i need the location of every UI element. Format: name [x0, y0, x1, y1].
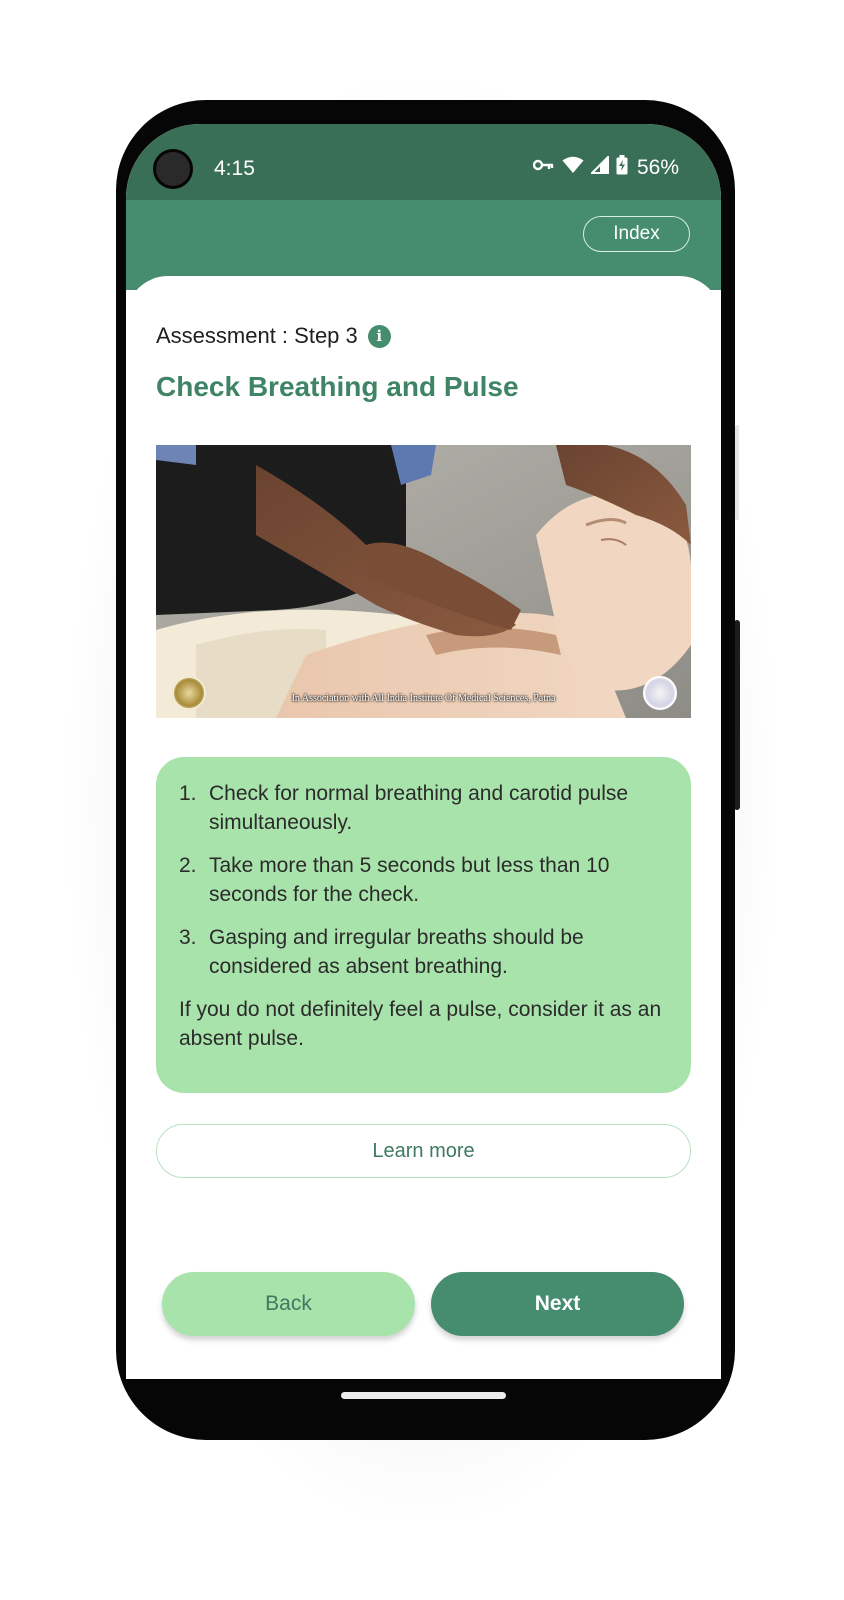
partner-logo	[643, 676, 677, 710]
status-bar: 4:15 56%	[126, 124, 721, 200]
info-icon[interactable]: i	[367, 324, 391, 348]
front-camera	[153, 149, 193, 189]
content-card: Assessment : Step 3 i Check Breathing an…	[126, 276, 721, 1379]
list-item-number: 3.	[179, 926, 197, 949]
battery-percent: 56%	[636, 155, 679, 179]
page-title: Check Breathing and Pulse	[156, 371, 519, 402]
wifi-icon	[562, 156, 584, 179]
battery-charging-icon	[616, 155, 628, 180]
volume-button	[735, 425, 739, 520]
instruction-video[interactable]: In Association with All India Institute …	[156, 445, 691, 718]
phone-frame: 4:15 56% Index Assessment: Step 3 i Che…	[116, 100, 735, 1440]
key-icon	[532, 158, 555, 177]
list-item-text: Check for normal breathing and carotid p…	[209, 782, 629, 834]
next-button[interactable]: Next	[431, 1272, 684, 1336]
instructions-card: 1. Check for normal breathing and caroti…	[156, 757, 691, 1093]
signal-icon	[589, 154, 609, 179]
video-caption: In Association with All India Institute …	[291, 693, 556, 704]
list-item: 1. Check for normal breathing and caroti…	[179, 779, 667, 837]
index-button[interactable]: Index	[583, 216, 690, 252]
list-item-number: 1.	[179, 782, 197, 805]
list-item: 2. Take more than 5 seconds but less tha…	[179, 851, 667, 909]
list-item-text: Gasping and irregular breaths should be …	[209, 926, 584, 978]
list-item-number: 2.	[179, 854, 197, 877]
back-button[interactable]: Back	[162, 1272, 415, 1336]
step-row: Assessment : Step 3 i	[156, 323, 391, 349]
list-item: 3. Gasping and irregular breaths should …	[179, 923, 667, 981]
status-icons: 56%	[532, 154, 679, 180]
video-frame-illustration	[156, 445, 691, 718]
screen: 4:15 56% Index Assessment: Step 3 i Che…	[126, 124, 721, 1379]
step-label: Assessment : Step 3	[156, 323, 358, 348]
instruction-list: 1. Check for normal breathing and caroti…	[179, 779, 667, 981]
list-item-text: Take more than 5 seconds but less than 1…	[209, 854, 610, 906]
status-time: 4:15	[214, 157, 255, 180]
pulse-note: If you do not definitely feel a pulse, c…	[179, 998, 662, 1050]
learn-more-button[interactable]: Learn more	[156, 1124, 691, 1178]
home-indicator[interactable]	[341, 1392, 506, 1399]
